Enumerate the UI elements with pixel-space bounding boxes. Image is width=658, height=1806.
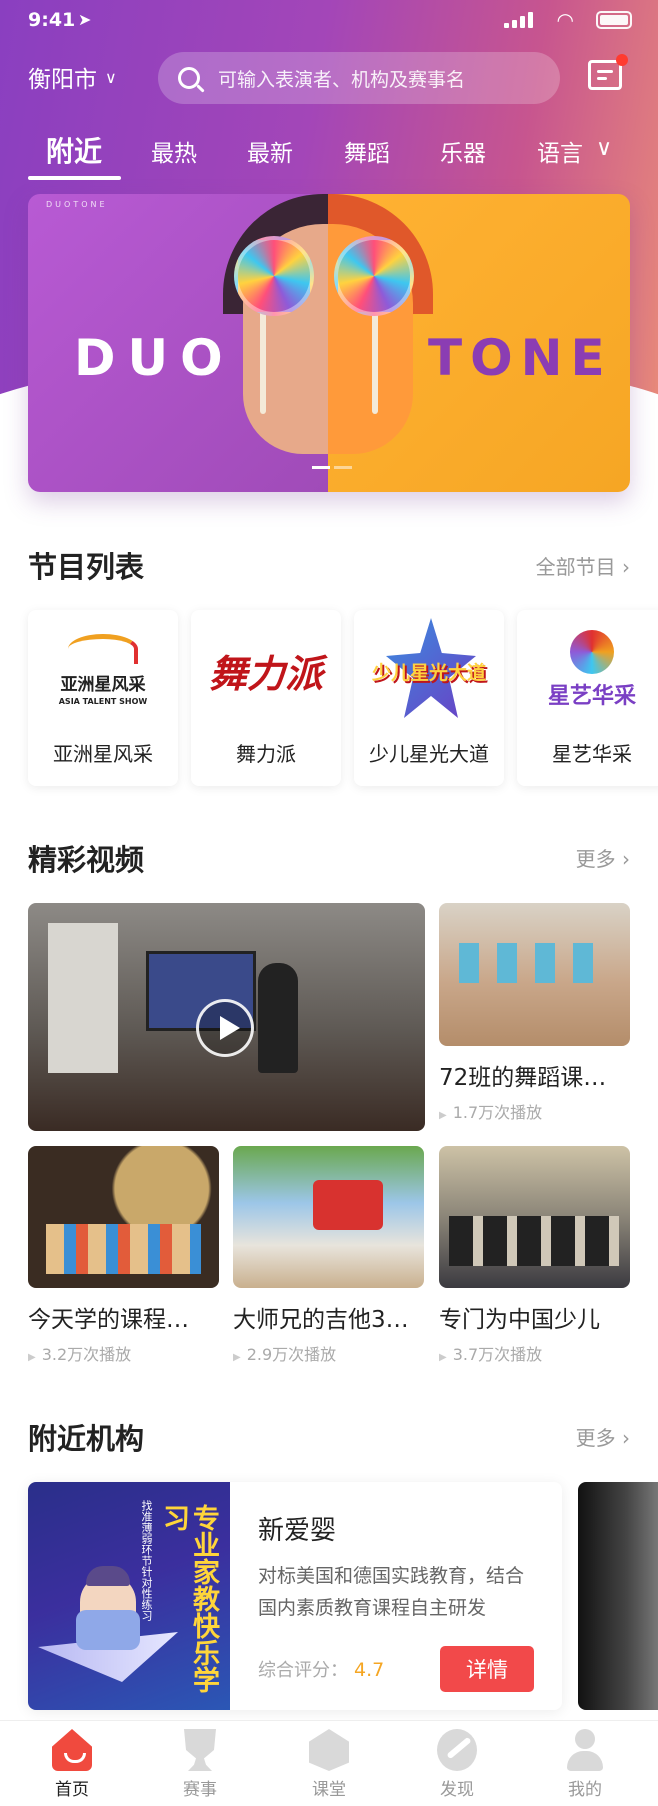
org-score-value: 4.7 (354, 1659, 385, 1681)
video-thumbnail[interactable] (28, 1146, 219, 1288)
video-thumbnail[interactable] (439, 1146, 630, 1288)
video-title[interactable]: 今天学的课程… (28, 1300, 219, 1334)
active-tab-indicator (28, 176, 121, 180)
discover-icon (437, 1729, 477, 1771)
org-image: 专业家教快乐学习 找准薄弱环节针对性练习 (28, 1482, 230, 1710)
banner-left-text: DUO (74, 329, 235, 387)
message-icon (588, 60, 622, 90)
search-placeholder: 可输入表演者、机构及赛事名 (218, 68, 466, 91)
program-logo: 星艺华采 (525, 618, 658, 722)
org-image-tagline: 专业家教快乐学习 (158, 1504, 219, 1693)
profile-icon (565, 1729, 605, 1771)
program-logo: 舞力派 (208, 650, 323, 696)
program-list: 亚洲星风采 ASIA TALENT SHOW 亚洲星风采 舞力派 舞力派 少儿星… (28, 610, 658, 786)
section-title-programs: 节目列表 (28, 550, 145, 584)
home-icon (52, 1729, 92, 1771)
program-name: 亚洲星风采 (53, 742, 153, 766)
play-icon: ▶ (233, 1352, 241, 1363)
org-score: 综合评分： 4.7 (258, 1659, 385, 1681)
tab-dance[interactable]: 舞蹈 (344, 134, 390, 168)
city-selector[interactable]: 衡阳市 ∨ (28, 60, 117, 94)
video-thumbnail[interactable] (233, 1146, 424, 1288)
org-card-next[interactable] (578, 1482, 658, 1710)
video-play-count: ▶ 2.9万次播放 (233, 1345, 337, 1364)
location-arrow-icon: ➤ (78, 10, 92, 29)
program-card[interactable]: 舞力派 舞力派 (191, 610, 341, 786)
program-name: 舞力派 (236, 742, 296, 766)
program-name: 少儿星光大道 (369, 742, 489, 766)
message-button[interactable] (586, 54, 628, 96)
video-title[interactable]: 大师兄的吉他3… (233, 1300, 424, 1334)
tab-classroom[interactable]: 课堂 (279, 1729, 379, 1800)
child-illustration (76, 1566, 140, 1650)
video-play-count: ▶ 1.7万次播放 (439, 1103, 543, 1122)
tab-nearby[interactable]: 附近 (46, 130, 102, 170)
video-play-count: ▶ 3.2万次播放 (28, 1345, 132, 1364)
tab-home[interactable]: 首页 (22, 1729, 122, 1800)
wifi-icon: ◠ (556, 8, 574, 32)
program-name: 星艺华采 (552, 742, 632, 766)
chevron-down-icon: ∨ (105, 67, 117, 87)
tab-newest[interactable]: 最新 (247, 134, 293, 168)
bottom-tab-bar: 首页 赛事 课堂 发现 我的 (0, 1720, 658, 1806)
carousel-indicator (312, 466, 352, 469)
tab-discover[interactable]: 发现 (407, 1729, 507, 1800)
lollipop-image (234, 236, 314, 316)
section-title-nearby: 附近机构 (28, 1422, 145, 1456)
tab-instrument[interactable]: 乐器 (440, 134, 486, 168)
category-tabs: 附近 最热 最新 舞蹈 乐器 语言 ∨ (0, 128, 658, 184)
lollipop-image (334, 236, 414, 316)
status-time: 9:41 (28, 9, 76, 31)
chevron-down-icon[interactable]: ∨ (596, 136, 612, 161)
promo-banner[interactable]: DUOTONE DUO TONE (28, 194, 630, 492)
chevron-right-icon: › (622, 555, 630, 579)
tab-profile[interactable]: 我的 (535, 1729, 635, 1800)
status-bar: 9:41 ➤ ◠ (0, 0, 658, 44)
unread-badge (616, 54, 628, 66)
section-title-videos: 精彩视频 (28, 843, 145, 877)
program-logo: 亚洲星风采 ASIA TALENT SHOW (36, 618, 170, 722)
video-thumbnail[interactable] (439, 903, 630, 1046)
trophy-icon (184, 1729, 216, 1771)
featured-video-thumbnail[interactable] (28, 903, 425, 1131)
all-programs-link[interactable]: 全部节目 › (536, 551, 630, 580)
play-icon: ▶ (28, 1352, 36, 1363)
cellular-signal-icon (504, 12, 534, 28)
more-orgs-link[interactable]: 更多 › (576, 1422, 630, 1451)
program-card[interactable]: 星艺华采 星艺华采 (517, 610, 658, 786)
more-videos-link[interactable]: 更多 › (576, 843, 630, 872)
chevron-right-icon: › (622, 1426, 630, 1450)
banner-small-text: DUOTONE (46, 200, 108, 209)
video-title[interactable]: 专门为中国少儿 (439, 1300, 630, 1334)
search-icon (178, 67, 200, 89)
banner-right-text: TONE (428, 329, 613, 387)
battery-icon (596, 11, 632, 29)
org-description: 对标美国和德国实践教育，结合国内素质教育课程自主研发 (258, 1565, 525, 1619)
details-button[interactable]: 详情 (440, 1646, 534, 1692)
play-icon[interactable] (196, 999, 254, 1057)
tab-events[interactable]: 赛事 (150, 1729, 250, 1800)
program-card[interactable]: 少儿星光大道 少儿星光大道 (354, 610, 504, 786)
video-play-count: ▶ 3.7万次播放 (439, 1345, 543, 1364)
play-icon: ▶ (439, 1110, 447, 1121)
org-card[interactable]: 专业家教快乐学习 找准薄弱环节针对性练习 新爱婴 对标美国和德国实践教育，结合国… (28, 1482, 562, 1710)
program-card[interactable]: 亚洲星风采 ASIA TALENT SHOW 亚洲星风采 (28, 610, 178, 786)
chevron-right-icon: › (622, 847, 630, 871)
city-label: 衡阳市 (28, 67, 97, 93)
program-logo: 少儿星光大道 (362, 618, 496, 722)
search-bar[interactable]: 可输入表演者、机构及赛事名 (158, 52, 560, 104)
tab-hottest[interactable]: 最热 (151, 134, 197, 168)
tab-language[interactable]: 语言 (537, 134, 583, 168)
org-name: 新爱婴 (258, 1516, 337, 1546)
play-icon: ▶ (439, 1352, 447, 1363)
classroom-icon (309, 1729, 349, 1771)
video-title[interactable]: 72班的舞蹈课… (439, 1058, 630, 1092)
